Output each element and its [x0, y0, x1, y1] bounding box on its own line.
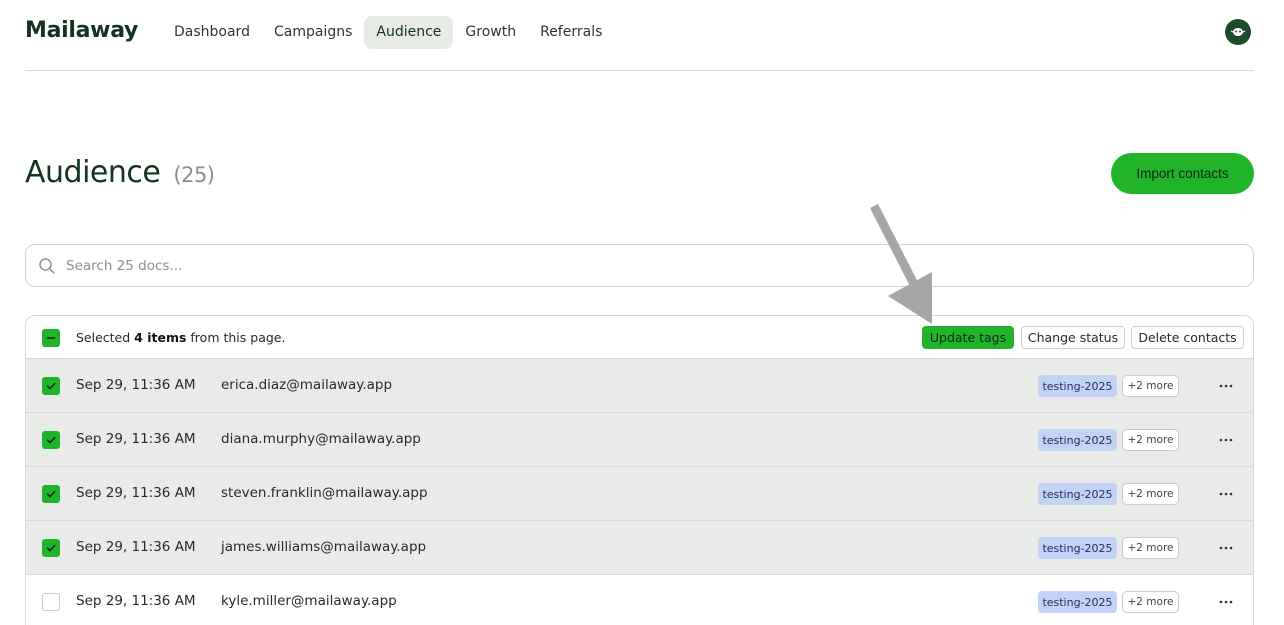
change-status-button[interactable]: Change status: [1021, 326, 1125, 349]
row-date: Sep 29, 11:36 AM: [76, 485, 196, 501]
search-icon: [39, 258, 55, 274]
row-checkbox[interactable]: [42, 539, 60, 557]
tag-badge: testing-2025: [1038, 537, 1117, 559]
row-date: Sep 29, 11:36 AM: [76, 377, 196, 393]
selection-summary: Selected 4 items from this page.: [76, 330, 285, 345]
tag-badge: testing-2025: [1038, 483, 1117, 505]
nav-item-growth[interactable]: Growth: [453, 16, 528, 49]
contact-count: (25): [173, 163, 215, 187]
page-title-text: Audience: [25, 155, 161, 190]
table-row[interactable]: Sep 29, 11:36 AM erica.diaz@mailaway.app…: [26, 359, 1253, 413]
check-icon: [46, 544, 56, 552]
more-tags-badge[interactable]: +2 more: [1122, 591, 1179, 613]
row-email[interactable]: kyle.miller@mailaway.app: [221, 593, 397, 609]
more-horizontal-icon[interactable]: [1214, 593, 1238, 611]
table-row[interactable]: Sep 29, 11:36 AM kyle.miller@mailaway.ap…: [26, 575, 1253, 625]
more-tags-badge[interactable]: +2 more: [1122, 375, 1179, 397]
nav-item-referrals[interactable]: Referrals: [528, 16, 614, 49]
more-tags-badge[interactable]: +2 more: [1122, 537, 1179, 559]
table-row[interactable]: Sep 29, 11:36 AM steven.franklin@mailawa…: [26, 467, 1253, 521]
check-icon: [46, 382, 56, 390]
more-horizontal-icon[interactable]: [1214, 485, 1238, 503]
check-icon: [46, 436, 56, 444]
row-date: Sep 29, 11:36 AM: [76, 539, 196, 555]
select-all-checkbox[interactable]: [42, 329, 60, 347]
row-email[interactable]: steven.franklin@mailaway.app: [221, 485, 428, 501]
more-horizontal-icon[interactable]: [1214, 539, 1238, 557]
row-checkbox[interactable]: [42, 377, 60, 395]
selection-suffix: from this page.: [186, 330, 286, 345]
app-logo[interactable]: Mailaway: [25, 18, 138, 43]
nav-item-campaigns[interactable]: Campaigns: [262, 16, 364, 49]
main-nav: Dashboard Campaigns Audience Growth Refe…: [162, 16, 614, 49]
row-checkbox[interactable]: [42, 593, 60, 611]
more-tags-badge[interactable]: +2 more: [1122, 429, 1179, 451]
row-date: Sep 29, 11:36 AM: [76, 593, 196, 609]
tag-badge: testing-2025: [1038, 591, 1117, 613]
tag-badge: testing-2025: [1038, 429, 1117, 451]
selection-prefix: Selected: [76, 330, 135, 345]
update-tags-button[interactable]: Update tags: [922, 326, 1014, 349]
nav-item-dashboard[interactable]: Dashboard: [162, 16, 262, 49]
import-contacts-button[interactable]: Import contacts: [1111, 153, 1254, 194]
more-horizontal-icon[interactable]: [1214, 431, 1238, 449]
minus-icon: [46, 337, 56, 339]
row-email[interactable]: diana.murphy@mailaway.app: [221, 431, 421, 447]
page-title: Audience (25): [25, 155, 215, 190]
row-email[interactable]: james.williams@mailaway.app: [221, 539, 426, 555]
top-navigation-bar: Mailaway Dashboard Campaigns Audience Gr…: [25, 0, 1254, 71]
selection-count: 4 items: [134, 330, 187, 345]
bulk-actions-toolbar: Selected 4 items from this page. Update …: [26, 316, 1253, 359]
table-row[interactable]: Sep 29, 11:36 AM diana.murphy@mailaway.a…: [26, 413, 1253, 467]
search-bar: [25, 244, 1254, 287]
row-date: Sep 29, 11:36 AM: [76, 431, 196, 447]
search-input[interactable]: [66, 245, 1236, 286]
row-email[interactable]: erica.diaz@mailaway.app: [221, 377, 392, 393]
check-icon: [46, 490, 56, 498]
more-horizontal-icon[interactable]: [1214, 377, 1238, 395]
delete-contacts-button[interactable]: Delete contacts: [1131, 326, 1244, 349]
table-row[interactable]: Sep 29, 11:36 AM james.williams@mailaway…: [26, 521, 1253, 575]
contacts-table: Selected 4 items from this page. Update …: [25, 315, 1254, 625]
avatar-icon[interactable]: [1225, 19, 1251, 45]
tag-badge: testing-2025: [1038, 375, 1117, 397]
nav-item-audience[interactable]: Audience: [364, 16, 454, 49]
row-checkbox[interactable]: [42, 431, 60, 449]
row-checkbox[interactable]: [42, 485, 60, 503]
more-tags-badge[interactable]: +2 more: [1122, 483, 1179, 505]
